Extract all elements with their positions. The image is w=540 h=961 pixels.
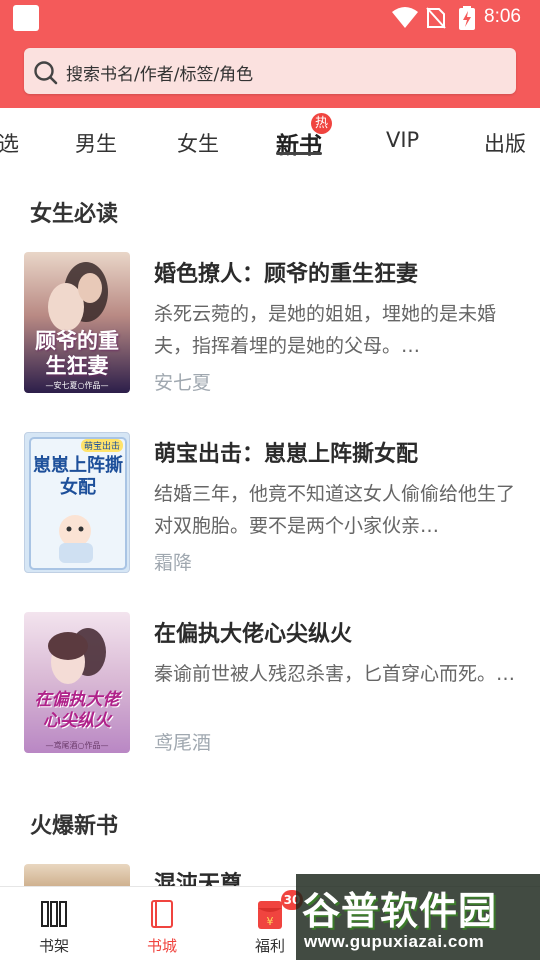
book-description: 秦谕前世被人残忍杀害，匕首穿心而死。… <box>154 663 516 685</box>
book-cover[interactable]: 崽崽上阵撕女配 萌宝出击 <box>24 432 130 573</box>
category-tabs: 选 男生 女生 新书 VIP 出版 <box>0 108 540 172</box>
bookshelf-icon <box>41 901 67 927</box>
cover-title-text: 顾爷的重生狂妻 <box>35 328 119 378</box>
tab-selected[interactable]: 选 <box>0 128 19 158</box>
book-item[interactable]: 在偏执大佬心尖纵火 —鸢尾酒○作品— 在偏执大佬心尖纵火 秦谕前世被人残忍杀害，… <box>0 612 540 762</box>
no-sim-icon <box>426 7 446 29</box>
active-tab-indicator <box>276 152 322 155</box>
book-description: 结婚三年，他竟不知道这女人偷偷给他生了对双胞胎。要不是两个小家伙亲… <box>154 483 516 537</box>
header: 8:06 搜索书名/作者/标签/角色 <box>0 0 540 108</box>
book-cover[interactable]: 在偏执大佬心尖纵火 —鸢尾酒○作品— <box>24 612 130 753</box>
tab-vip[interactable]: VIP <box>386 128 419 152</box>
status-bar: 8:06 <box>0 0 540 36</box>
notification-app-icon <box>13 5 39 31</box>
book-icon <box>151 900 173 928</box>
nav-bookshelf[interactable]: 书架 <box>19 887 89 961</box>
nav-label: 书架 <box>38 937 69 955</box>
tab-female[interactable]: 女生 <box>177 128 219 158</box>
nav-bookstore[interactable]: 书城 <box>127 887 197 961</box>
cover-art <box>29 437 127 570</box>
svg-text:¥: ¥ <box>267 915 274 928</box>
search-bar[interactable]: 搜索书名/作者/标签/角色 <box>24 48 516 94</box>
cover-badge-text: 萌宝出击 <box>81 439 124 452</box>
hot-badge: 热 <box>311 113 332 134</box>
red-envelope-icon: ¥ <box>258 901 282 929</box>
book-author: 安七夏 <box>154 372 212 394</box>
book-title[interactable]: 萌宝出击：崽崽上阵撕女配 <box>154 436 418 468</box>
book-author: 霜降 <box>154 552 193 574</box>
watermark-url: www.gupuxiazai.com <box>304 932 485 951</box>
book-cover[interactable]: 顾爷的重生狂妻 —安七夏○作品— <box>24 252 130 393</box>
book-title[interactable]: 混沌天尊 <box>154 866 242 888</box>
nav-label: 书城 <box>146 937 177 955</box>
book-title[interactable]: 在偏执大佬心尖纵火 <box>154 616 352 648</box>
section-title: 女生必读 <box>30 202 119 227</box>
section-title: 火爆新书 <box>30 814 119 839</box>
battery-charging-icon <box>459 6 475 30</box>
book-description: 杀死云菀的，是她的姐姐，埋她的是未婚夫，指挥着埋的是她的父母。… <box>154 303 497 357</box>
cover-title-text: 在偏执大佬心尖纵火 <box>34 690 120 731</box>
nav-label: 福利 <box>254 937 285 955</box>
status-time: 8:06 <box>484 6 521 27</box>
tab-male[interactable]: 男生 <box>75 128 117 158</box>
watermark-overlay: 谷普软件园 www.gupuxiazai.com <box>296 874 540 960</box>
tab-publish[interactable]: 出版 <box>484 128 526 158</box>
wifi-icon <box>392 7 418 28</box>
watermark-brand: 谷普软件园 <box>302 889 498 933</box>
cover-author-text: —鸢尾酒○作品— <box>45 741 109 750</box>
search-placeholder: 搜索书名/作者/标签/角色 <box>66 65 254 85</box>
search-icon <box>34 61 58 85</box>
book-author: 鸢尾酒 <box>154 732 212 754</box>
cover-author-text: —安七夏○作品— <box>45 381 109 390</box>
book-title[interactable]: 婚色撩人：顾爷的重生狂妻 <box>154 256 418 288</box>
book-item[interactable]: 顾爷的重生狂妻 —安七夏○作品— 婚色撩人：顾爷的重生狂妻 杀死云菀的，是她的姐… <box>0 252 540 402</box>
cover-title-text: 崽崽上阵撕女配 <box>33 455 123 498</box>
book-item[interactable]: 崽崽上阵撕女配 萌宝出击 萌宝出击：崽崽上阵撕女配 结婚三年，他竟不知道这女人偷… <box>0 432 540 582</box>
